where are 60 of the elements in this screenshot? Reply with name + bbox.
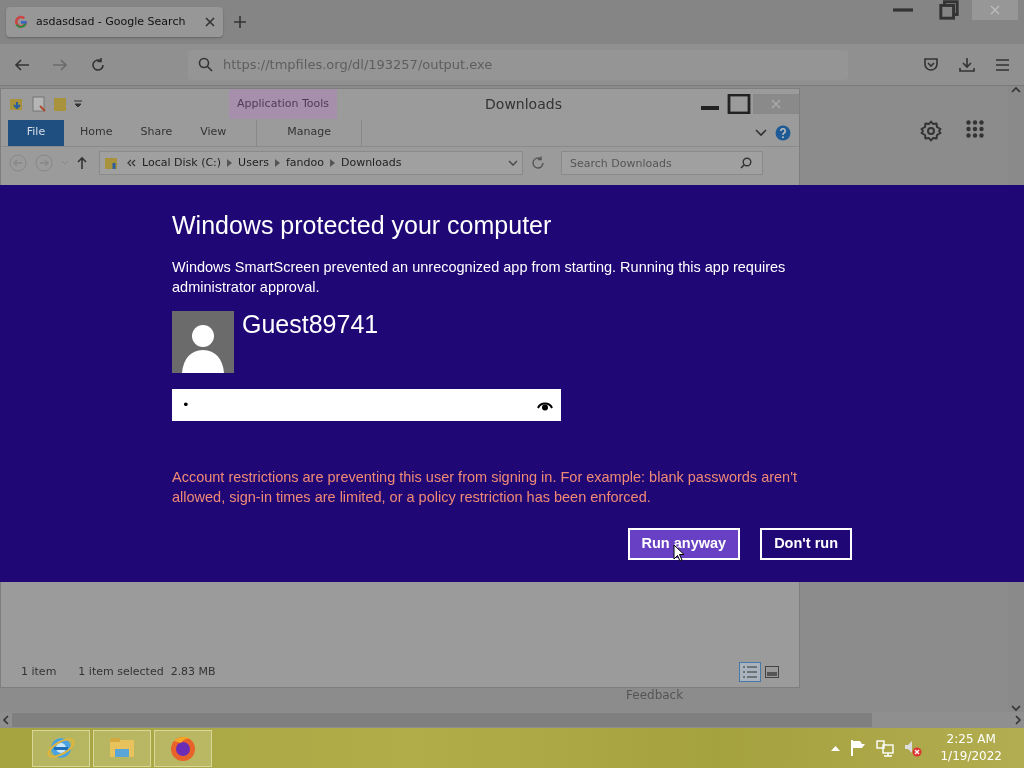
- ribbon-tab[interactable]: File: [8, 119, 64, 146]
- search-field[interactable]: Search Downloads: [561, 151, 763, 175]
- download-icon[interactable]: [959, 56, 975, 73]
- dialog-message: Windows SmartScreen prevented an unrecognized app from starting. Running this app requires administrator approval.: [172, 257, 787, 297]
- chevron-right-icon[interactable]: [1014, 715, 1022, 725]
- breadcrumb-item[interactable]: fandoo: [285, 154, 324, 172]
- plus-icon[interactable]: [233, 15, 247, 29]
- ribbon-tab[interactable]: Home: [66, 119, 127, 146]
- dialog-button[interactable]: Don't run: [760, 527, 852, 560]
- error-message: Account restrictions are preventing this user from signing in. For example: blank passwords aren't allowed, sign-in times are limited, or a policy restriction has been enforced.: [172, 467, 798, 507]
- pocket-icon[interactable]: [923, 57, 939, 72]
- caret-icon[interactable]: [73, 99, 83, 109]
- google-g-icon: [14, 15, 28, 29]
- up-caret-icon[interactable]: [831, 745, 841, 751]
- breadcrumb-item[interactable]: Local Disk (C:): [142, 154, 222, 172]
- up-arrow-icon[interactable]: [77, 156, 87, 170]
- chevron-up-icon[interactable]: [1011, 86, 1021, 94]
- chevron-right-icon: [274, 159, 280, 167]
- apps-grid-icon[interactable]: [966, 120, 984, 138]
- browser-button[interactable]: [32, 729, 90, 767]
- settings-icon[interactable]: [920, 120, 942, 142]
- ribbon-tab[interactable]: View: [186, 119, 241, 146]
- search-icon: [740, 157, 752, 169]
- firefox-button[interactable]: [154, 729, 212, 767]
- search-icon: [198, 57, 213, 72]
- close-icon[interactable]: [205, 17, 215, 27]
- breadcrumb-item[interactable]: Users: [238, 154, 269, 172]
- browser-tab[interactable]: asdasdsad - Google Search: [6, 7, 223, 37]
- address-bar[interactable]: Local Disk (C:) Users fandoo Downloads: [99, 151, 523, 175]
- ribbon-tab[interactable]: Manage: [256, 119, 363, 146]
- status-text: 1 item: [21, 663, 57, 680]
- properties-icon[interactable]: [31, 96, 47, 112]
- search-input[interactable]: Search Downloads: [570, 152, 740, 174]
- back-arrow-icon[interactable]: [14, 57, 30, 72]
- chevron-down-icon[interactable]: [755, 128, 767, 137]
- dialog-button[interactable]: Run anyway: [627, 527, 741, 560]
- dialog-title: Windows protected your computer: [172, 210, 553, 241]
- network-icon[interactable]: [876, 739, 895, 757]
- help-icon[interactable]: [775, 124, 791, 141]
- thumbnail-view-icon[interactable]: [765, 666, 779, 678]
- refresh-icon[interactable]: [531, 156, 545, 170]
- menu-icon[interactable]: [995, 58, 1010, 71]
- details-view-icon[interactable]: [739, 662, 761, 682]
- context-tab-label: Application Tools: [229, 89, 338, 119]
- chevron-left-icon[interactable]: [2, 715, 10, 725]
- window-title: Downloads: [485, 94, 562, 114]
- chevron-down-icon[interactable]: [508, 159, 518, 167]
- status-text: 1 item selected 2.83 MB: [78, 663, 216, 680]
- reload-icon[interactable]: [90, 56, 106, 73]
- user-name: Guest89741: [242, 310, 379, 340]
- scrollbar[interactable]: [0, 712, 1024, 728]
- muted-speaker-icon[interactable]: [904, 739, 923, 757]
- flag-icon[interactable]: [850, 739, 867, 757]
- breadcrumb-item[interactable]: Downloads: [340, 154, 402, 172]
- chevron-right-icon: [329, 159, 335, 167]
- maximize-icon[interactable]: [725, 94, 753, 114]
- chevron-right-icon: [227, 159, 233, 167]
- ribbon-tab[interactable]: Share: [126, 119, 187, 146]
- double-chevron-icon: [126, 159, 136, 167]
- chevron-down-icon[interactable]: [1011, 704, 1021, 712]
